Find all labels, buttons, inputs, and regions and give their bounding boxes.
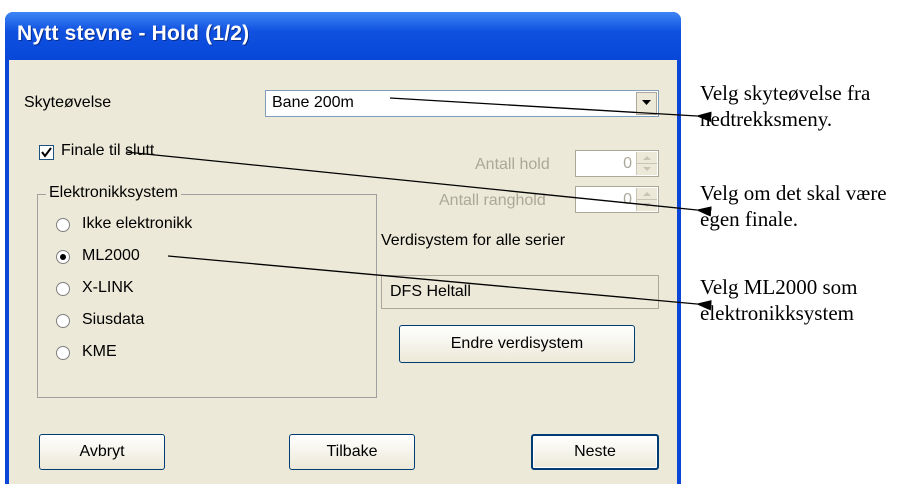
- annotation-arrows: [125, 97, 712, 311]
- arrow-to-finale: [125, 151, 712, 217]
- arrow-to-dropdown: [389, 97, 712, 123]
- arrow-to-ml2000: [167, 255, 712, 311]
